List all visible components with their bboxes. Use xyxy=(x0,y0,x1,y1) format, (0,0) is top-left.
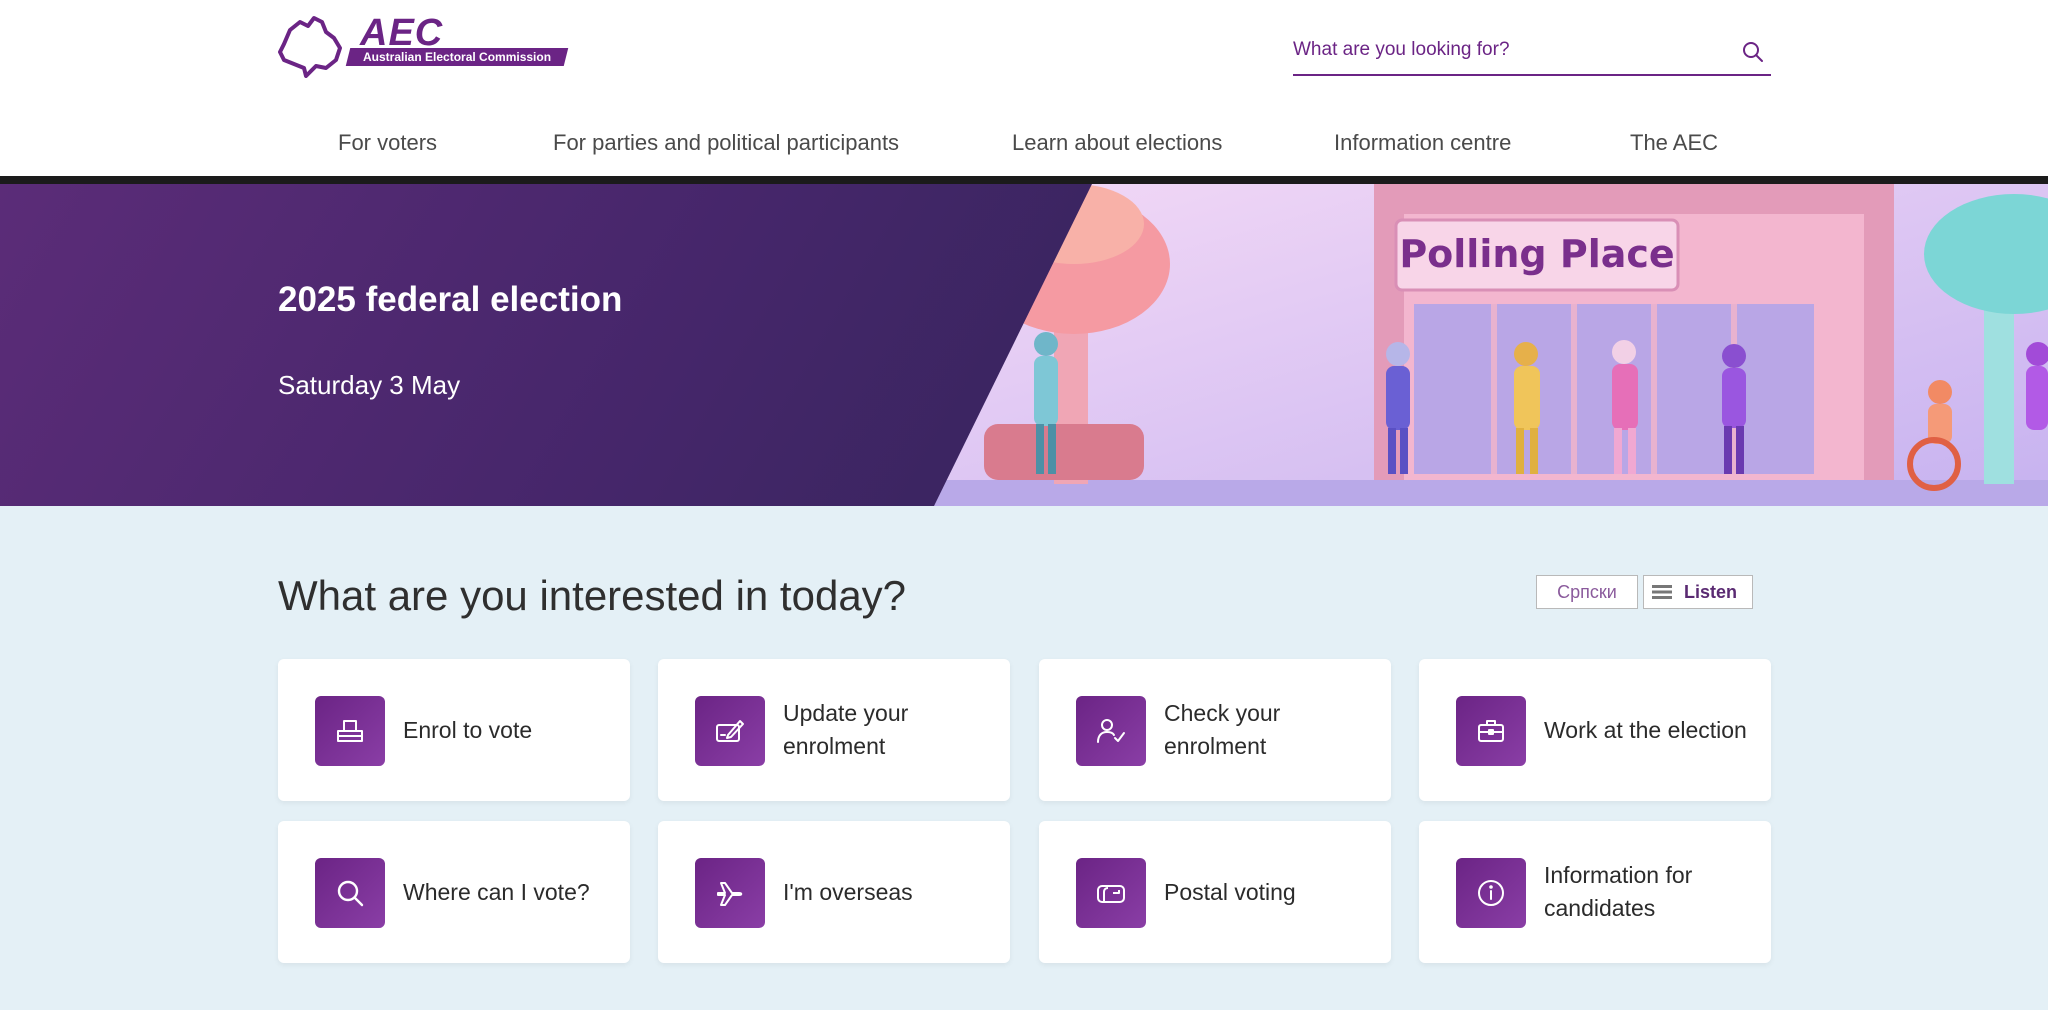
card-label: Work at the election xyxy=(1544,716,1747,743)
search-input[interactable] xyxy=(1293,34,1723,66)
listen-label: Listen xyxy=(1684,582,1738,602)
nav-item-information-centre[interactable]: Information centre xyxy=(1334,130,1511,156)
nav-item-for-voters[interactable]: For voters xyxy=(338,130,437,156)
card-label: Where can I vote? xyxy=(403,878,590,905)
search-icon xyxy=(337,880,364,907)
card-information-for-candidates[interactable]: Information for candidates xyxy=(1419,821,1771,963)
card-label: Information for candidates xyxy=(1544,862,1693,921)
info-icon xyxy=(1478,880,1504,906)
search-bar xyxy=(1293,30,1771,76)
nav-item-learn[interactable]: Learn about elections xyxy=(1012,130,1222,156)
card-im-overseas[interactable]: I'm overseas xyxy=(658,821,1010,963)
site-header: AEC Australian Electoral Commission For … xyxy=(0,0,2048,184)
card-label: Postal voting xyxy=(1164,878,1296,905)
polling-place-illustration: Polling Place xyxy=(934,184,2048,506)
edit-card-icon xyxy=(716,720,744,742)
hero-title: 2025 federal election xyxy=(278,280,623,319)
logo-subtitle: Australian Electoral Commission xyxy=(345,48,569,66)
card-label: Enrol to vote xyxy=(403,716,533,743)
card-work-at-election[interactable]: Work at the election xyxy=(1419,659,1771,801)
language-button[interactable]: Српски xyxy=(1536,575,1638,609)
nav-item-the-aec[interactable]: The AEC xyxy=(1630,130,1718,156)
plane-icon xyxy=(717,882,743,906)
card-postal-voting[interactable]: Postal voting xyxy=(1039,821,1391,963)
main-nav: For voters For parties and political par… xyxy=(0,120,2048,170)
aec-logo[interactable]: AEC Australian Electoral Commission xyxy=(276,12,569,78)
hero-date: Saturday 3 May xyxy=(278,370,461,400)
svg-text:Polling Place: Polling Place xyxy=(1399,232,1674,276)
hero-banner: Polling Place 2025 federal election Satu… xyxy=(0,184,2048,506)
mailbox-icon xyxy=(1097,885,1125,903)
user-check-icon xyxy=(1097,719,1125,743)
card-label: Check your enrolment xyxy=(1164,700,1281,759)
card-check-enrolment[interactable]: Check your enrolment xyxy=(1039,659,1391,801)
section-heading: What are you interested in today? xyxy=(278,572,907,619)
ballot-box-icon xyxy=(337,720,363,742)
card-enrol-to-vote[interactable]: Enrol to vote xyxy=(278,659,630,801)
header-divider xyxy=(0,176,2048,184)
card-where-can-i-vote[interactable]: Where can I vote? xyxy=(278,821,630,963)
card-label: Update your enrolment xyxy=(783,700,909,759)
menu-lines-icon xyxy=(1652,585,1672,599)
nav-item-parties[interactable]: For parties and political participants xyxy=(553,130,899,156)
card-update-enrolment[interactable]: Update your enrolment xyxy=(658,659,1010,801)
listen-button[interactable]: Listen xyxy=(1643,575,1753,609)
briefcase-icon xyxy=(1478,720,1504,742)
card-label: I'm overseas xyxy=(783,878,913,905)
australia-map-icon xyxy=(278,16,342,78)
search-icon[interactable] xyxy=(1741,40,1765,64)
